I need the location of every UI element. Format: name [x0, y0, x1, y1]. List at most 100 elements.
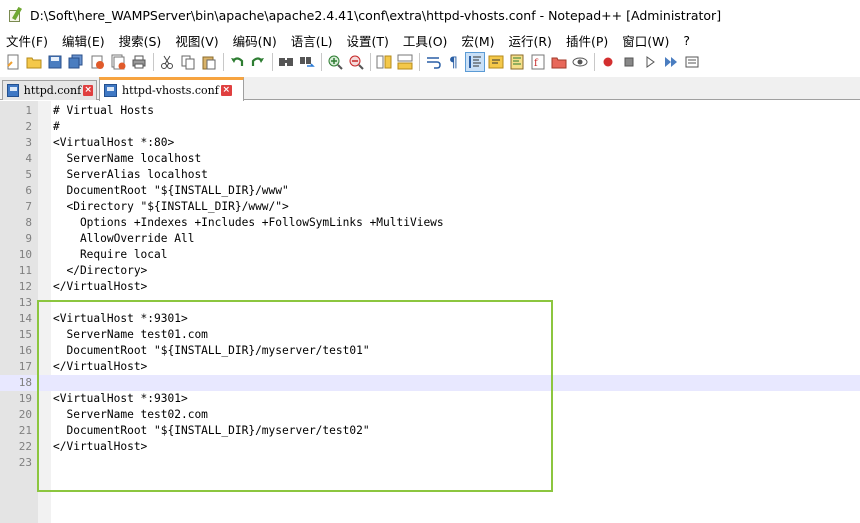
line-number: 23 — [18, 456, 32, 469]
record-macro-icon[interactable] — [598, 52, 618, 72]
toolbar-separator — [153, 53, 154, 71]
menu-edit[interactable]: 编辑(E) — [55, 31, 112, 50]
cut-icon[interactable] — [157, 52, 177, 72]
code-line[interactable]: 19 <VirtualHost *:9301> — [0, 391, 860, 407]
menu-bar: 文件(F) 编辑(E) 搜索(S) 视图(V) 编码(N) 语言(L) 设置(T… — [0, 30, 860, 50]
line-number: 9 — [25, 232, 32, 245]
code-text: DocumentRoot "${INSTALL_DIR}/myserver/te… — [53, 344, 370, 357]
save-icon[interactable] — [45, 52, 65, 72]
line-number: 15 — [18, 328, 32, 341]
copy-icon[interactable] — [178, 52, 198, 72]
tab-httpd-conf[interactable]: httpd.conf × — [2, 80, 97, 100]
line-number: 22 — [18, 440, 32, 453]
line-number: 12 — [18, 280, 32, 293]
folder-workspace-icon[interactable] — [549, 52, 569, 72]
code-line[interactable]: 10 Require local — [0, 247, 860, 263]
editor-area[interactable]: 1 # Virtual Hosts 2 #3 <VirtualHost *:80> 4 S… — [0, 101, 860, 523]
code-line[interactable]: 12 </VirtualHost> — [0, 279, 860, 295]
code-line[interactable]: 4 ServerName localhost — [0, 151, 860, 167]
code-line[interactable]: 18 — [0, 375, 860, 391]
line-number: 17 — [18, 360, 32, 373]
line-number: 18 — [18, 376, 32, 389]
code-line[interactable]: 16 DocumentRoot "${INSTALL_DIR}/myserver… — [0, 343, 860, 359]
code-line[interactable]: 11 </Directory> — [0, 263, 860, 279]
code-text: </VirtualHost> — [53, 440, 148, 453]
play-macro-icon[interactable] — [640, 52, 660, 72]
replace-icon[interactable] — [297, 52, 317, 72]
code-line[interactable]: 1 # Virtual Hosts — [0, 103, 860, 119]
code-text: Require local — [53, 248, 168, 261]
indent-guide-icon[interactable] — [465, 52, 485, 72]
code-text: <VirtualHost *:80> — [53, 136, 175, 149]
menu-help[interactable]: ? — [676, 33, 697, 48]
menu-file[interactable]: 文件(F) — [0, 31, 55, 50]
code-line[interactable]: 2 # — [0, 119, 860, 135]
menu-window[interactable]: 窗口(W) — [615, 31, 676, 50]
code-line[interactable]: 6 DocumentRoot "${INSTALL_DIR}/www" — [0, 183, 860, 199]
code-line[interactable]: 15 ServerName test01.com — [0, 327, 860, 343]
code-line[interactable]: 9 AllowOverride All — [0, 231, 860, 247]
code-text: Options +Indexes +Includes +FollowSymLin… — [53, 216, 444, 229]
code-text: ServerName test01.com — [53, 328, 208, 341]
monitoring-icon[interactable] — [570, 52, 590, 72]
word-wrap-icon[interactable] — [423, 52, 443, 72]
code-text: </VirtualHost> — [53, 280, 148, 293]
line-number: 16 — [18, 344, 32, 357]
menu-macro[interactable]: 宏(M) — [454, 31, 501, 50]
line-number: 20 — [18, 408, 32, 421]
menu-language[interactable]: 语言(L) — [284, 31, 340, 50]
zoom-in-icon[interactable] — [325, 52, 345, 72]
function-list-icon[interactable]: f — [528, 52, 548, 72]
menu-encoding[interactable]: 编码(N) — [226, 31, 284, 50]
lang-udl-icon[interactable] — [486, 52, 506, 72]
new-file-icon[interactable] — [3, 52, 23, 72]
close-icon[interactable] — [87, 52, 107, 72]
save-all-icon[interactable] — [66, 52, 86, 72]
line-number: 5 — [25, 168, 32, 181]
redo-icon[interactable] — [248, 52, 268, 72]
paste-icon[interactable] — [199, 52, 219, 72]
code-line[interactable]: 23 — [0, 455, 860, 471]
open-file-icon[interactable] — [24, 52, 44, 72]
tab-httpd-vhosts-conf[interactable]: httpd-vhosts.conf × — [99, 77, 244, 101]
run-macro-multiple-icon[interactable] — [661, 52, 681, 72]
code-line[interactable]: 3 <VirtualHost *:80> — [0, 135, 860, 151]
close-tab-icon[interactable]: × — [83, 85, 93, 96]
show-all-chars-icon[interactable]: ¶ — [444, 52, 464, 72]
code-line[interactable]: 20 ServerName test02.com — [0, 407, 860, 423]
undo-icon[interactable] — [227, 52, 247, 72]
toolbar-separator — [594, 53, 595, 71]
code-line[interactable]: 17 </VirtualHost> — [0, 359, 860, 375]
close-all-icon[interactable] — [108, 52, 128, 72]
close-tab-icon[interactable]: × — [220, 85, 232, 96]
doc-map-icon[interactable] — [507, 52, 527, 72]
code-line[interactable]: 8 Options +Indexes +Includes +FollowSymL… — [0, 215, 860, 231]
code-line[interactable]: 5 ServerAlias localhost — [0, 167, 860, 183]
find-icon[interactable] — [276, 52, 296, 72]
line-number: 13 — [18, 296, 32, 309]
code-line[interactable]: 14 <VirtualHost *:9301> — [0, 311, 860, 327]
line-number: 19 — [18, 392, 32, 405]
menu-plugins[interactable]: 插件(P) — [559, 31, 615, 50]
menu-view[interactable]: 视图(V) — [168, 31, 225, 50]
sync-horizontal-icon[interactable] — [395, 52, 415, 72]
menu-settings[interactable]: 设置(T) — [339, 31, 395, 50]
save-macro-icon[interactable] — [682, 52, 702, 72]
code-text: DocumentRoot "${INSTALL_DIR}/myserver/te… — [53, 424, 370, 437]
print-icon[interactable] — [129, 52, 149, 72]
saved-file-icon — [7, 84, 19, 97]
code-line[interactable]: 22 </VirtualHost> — [0, 439, 860, 455]
sync-vertical-icon[interactable] — [374, 52, 394, 72]
code-text: # Virtual Hosts — [53, 104, 155, 117]
code-line[interactable]: 21 DocumentRoot "${INSTALL_DIR}/myserver… — [0, 423, 860, 439]
menu-search[interactable]: 搜索(S) — [112, 31, 169, 50]
code-line[interactable]: 13 — [0, 295, 860, 311]
code-text: DocumentRoot "${INSTALL_DIR}/www" — [53, 184, 289, 197]
menu-tools[interactable]: 工具(O) — [396, 31, 455, 50]
code-text: ServerAlias localhost — [53, 168, 208, 181]
stop-macro-icon[interactable] — [619, 52, 639, 72]
menu-run[interactable]: 运行(R) — [501, 31, 558, 50]
zoom-out-icon[interactable] — [346, 52, 366, 72]
code-line[interactable]: 7 <Directory "${INSTALL_DIR}/www/"> — [0, 199, 860, 215]
toolbar-separator — [272, 53, 273, 71]
